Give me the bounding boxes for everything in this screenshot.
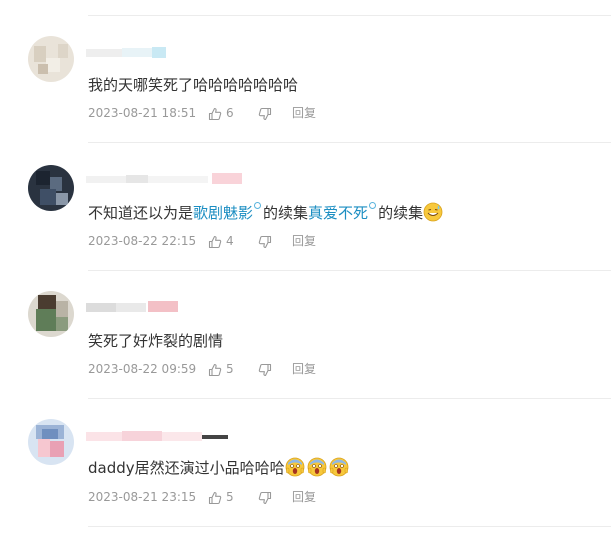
- reply-button[interactable]: 回复: [292, 105, 316, 121]
- dislike-button[interactable]: [258, 105, 272, 121]
- comment-text: 不知道还以为是歌剧魅影 的续集真爱不死 的续集: [88, 202, 443, 223]
- comment-item: 不知道还以为是歌剧魅影 的续集真爱不死 的续集 2023-08-22 22:15 4…: [0, 143, 611, 271]
- comment-item: 我的天哪笑死了哈哈哈哈哈哈哈 2023-08-21 18:51 6 回复: [0, 16, 611, 143]
- username-blurred[interactable]: [86, 429, 232, 442]
- comment-date: 2023-08-22 22:15: [88, 234, 197, 248]
- comment-item: daddy居然还演过小品哈哈哈 2023-08-21 23:15 5 回复: [0, 399, 611, 527]
- username-blurred[interactable]: [86, 172, 246, 185]
- thumbs-up-icon: [208, 491, 222, 504]
- comment-date: 2023-08-22 09:59: [88, 362, 197, 376]
- reply-button[interactable]: 回复: [292, 233, 316, 249]
- username-blurred[interactable]: [86, 300, 182, 313]
- thumbs-down-icon: [258, 363, 272, 376]
- comment-text: 我的天哪笑死了哈哈哈哈哈哈哈: [88, 75, 298, 95]
- thumbs-down-icon: [258, 235, 272, 248]
- like-count: 5: [226, 490, 234, 504]
- comment-date: 2023-08-21 23:15: [88, 490, 197, 504]
- dislike-button[interactable]: [258, 361, 272, 377]
- avatar[interactable]: [28, 291, 74, 337]
- comment-date: 2023-08-21 18:51: [88, 106, 197, 120]
- like-button[interactable]: 5: [208, 361, 234, 377]
- comment-text-content: 不知道还以为是: [88, 204, 194, 222]
- topic-search-icon: [369, 202, 377, 209]
- sweat-smile-emoji: [423, 202, 443, 222]
- dislike-button[interactable]: [258, 233, 272, 249]
- topic-link[interactable]: 歌剧魅影: [193, 204, 253, 222]
- thumbs-down-icon: [258, 107, 272, 120]
- comment-text-content: 我的天哪笑死了哈哈哈哈哈哈哈: [88, 76, 299, 94]
- dislike-button[interactable]: [258, 489, 272, 505]
- thumbs-down-icon: [258, 491, 272, 504]
- thumbs-up-icon: [208, 107, 222, 120]
- scream-emoji: [285, 457, 305, 477]
- topic-link[interactable]: 真爱不死: [308, 204, 368, 222]
- comment-item: 笑死了好炸裂的剧情 2023-08-22 09:59 5 回复: [0, 271, 611, 399]
- reply-button[interactable]: 回复: [292, 489, 316, 505]
- comment-text-content: 笑死了好炸裂的剧情: [88, 332, 224, 350]
- thumbs-up-icon: [208, 363, 222, 376]
- divider: [88, 526, 611, 527]
- like-count: 6: [226, 106, 234, 120]
- like-count: 5: [226, 362, 234, 376]
- thumbs-up-icon: [208, 235, 222, 248]
- like-button[interactable]: 6: [208, 105, 234, 121]
- like-button[interactable]: 5: [208, 489, 234, 505]
- scream-emoji: [307, 457, 327, 477]
- avatar[interactable]: [28, 36, 74, 82]
- comment-text-content: 的续集: [263, 204, 309, 222]
- scream-emoji: [329, 457, 349, 477]
- username-blurred[interactable]: [86, 46, 182, 59]
- like-button[interactable]: 4: [208, 233, 234, 249]
- comment-text-content: daddy居然还演过小品哈哈哈: [88, 459, 285, 477]
- comment-text-content: 的续集: [378, 204, 424, 222]
- comment-list: 我的天哪笑死了哈哈哈哈哈哈哈 2023-08-21 18:51 6 回复 不知道…: [0, 0, 611, 543]
- like-count: 4: [226, 234, 234, 248]
- comment-text: 笑死了好炸裂的剧情: [88, 331, 223, 351]
- reply-button[interactable]: 回复: [292, 361, 316, 377]
- topic-search-icon: [254, 202, 262, 209]
- comment-text: daddy居然还演过小品哈哈哈: [88, 457, 349, 478]
- avatar[interactable]: [28, 419, 74, 465]
- avatar[interactable]: [28, 165, 74, 211]
